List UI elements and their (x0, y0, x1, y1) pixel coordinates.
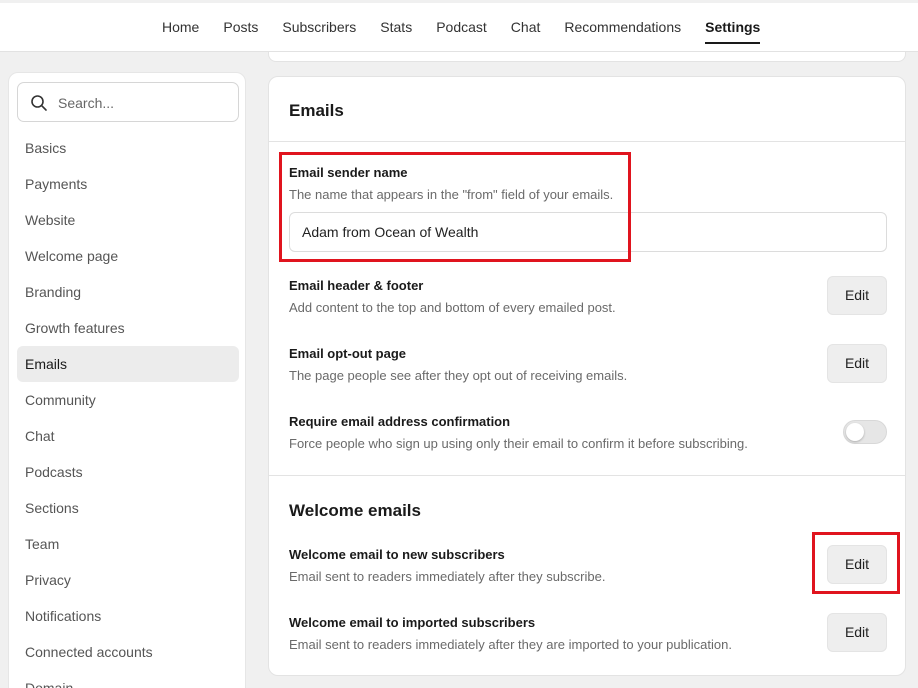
welcome-section-title: Welcome emails (289, 501, 421, 520)
search-input[interactable] (58, 92, 228, 114)
tab-chat[interactable]: Chat (511, 19, 541, 43)
confirmation-toggle[interactable] (843, 420, 887, 444)
welcome-new-title: Welcome email to new subscribers (289, 547, 505, 562)
sidebar-item-growth-features[interactable]: Growth features (17, 310, 239, 346)
welcome-imported-edit-button[interactable]: Edit (827, 613, 887, 652)
opt-out-edit-button[interactable]: Edit (827, 344, 887, 383)
sender-name-description: The name that appears in the "from" fiel… (289, 187, 614, 202)
sidebar-item-chat[interactable]: Chat (17, 418, 239, 454)
sidebar-item-welcome-page[interactable]: Welcome page (17, 238, 239, 274)
section-divider-2 (269, 475, 905, 476)
header-footer-description: Add content to the top and bottom of eve… (289, 300, 616, 315)
sidebar-item-emails[interactable]: Emails (17, 346, 239, 382)
settings-sidebar: Basics Payments Website Welcome page Bra… (8, 72, 246, 688)
welcome-imported-description: Email sent to readers immediately after … (289, 637, 732, 652)
sidebar-item-domain[interactable]: Domain (17, 670, 239, 688)
previous-card-edge (268, 52, 906, 62)
welcome-imported-title: Welcome email to imported subscribers (289, 615, 536, 630)
tab-stats[interactable]: Stats (380, 19, 412, 43)
confirmation-description: Force people who sign up using only thei… (289, 436, 748, 451)
sidebar-item-podcasts[interactable]: Podcasts (17, 454, 239, 490)
sidebar-item-payments[interactable]: Payments (17, 166, 239, 202)
tab-home[interactable]: Home (162, 19, 199, 43)
sidebar-item-website[interactable]: Website (17, 202, 239, 238)
sidebar-item-community[interactable]: Community (17, 382, 239, 418)
sidebar-item-connected-accounts[interactable]: Connected accounts (17, 634, 239, 670)
sidebar-item-branding[interactable]: Branding (17, 274, 239, 310)
sender-name-input[interactable] (289, 212, 887, 252)
tab-subscribers[interactable]: Subscribers (282, 19, 356, 43)
sidebar-item-privacy[interactable]: Privacy (17, 562, 239, 598)
sidebar-item-sections[interactable]: Sections (17, 490, 239, 526)
emails-section-title: Emails (289, 101, 344, 120)
welcome-new-edit-button[interactable]: Edit (827, 545, 887, 584)
header-footer-title: Email header & footer (289, 278, 424, 293)
sidebar-list: Basics Payments Website Welcome page Bra… (17, 130, 239, 688)
header-footer-edit-button[interactable]: Edit (827, 276, 887, 315)
tab-recommendations[interactable]: Recommendations (564, 19, 681, 43)
top-navigation: Home Posts Subscribers Stats Podcast Cha… (0, 0, 918, 52)
opt-out-title: Email opt-out page (289, 346, 406, 361)
confirmation-title: Require email address confirmation (289, 414, 511, 429)
sidebar-item-notifications[interactable]: Notifications (17, 598, 239, 634)
toggle-knob (846, 423, 864, 441)
tab-posts[interactable]: Posts (223, 19, 258, 43)
tab-podcast[interactable]: Podcast (436, 19, 487, 43)
opt-out-description: The page people see after they opt out o… (289, 368, 628, 383)
section-divider (269, 141, 905, 142)
welcome-new-description: Email sent to readers immediately after … (289, 569, 606, 584)
nav-tabs: Home Posts Subscribers Stats Podcast Cha… (162, 19, 761, 44)
search-box[interactable] (17, 82, 239, 122)
emails-settings-card: Emails Email sender name The name that a… (268, 76, 906, 676)
top-strip (0, 0, 918, 3)
sidebar-item-team[interactable]: Team (17, 526, 239, 562)
sender-name-title: Email sender name (289, 165, 408, 180)
search-icon (31, 95, 47, 111)
sidebar-item-basics[interactable]: Basics (17, 130, 239, 166)
tab-settings[interactable]: Settings (705, 19, 761, 44)
